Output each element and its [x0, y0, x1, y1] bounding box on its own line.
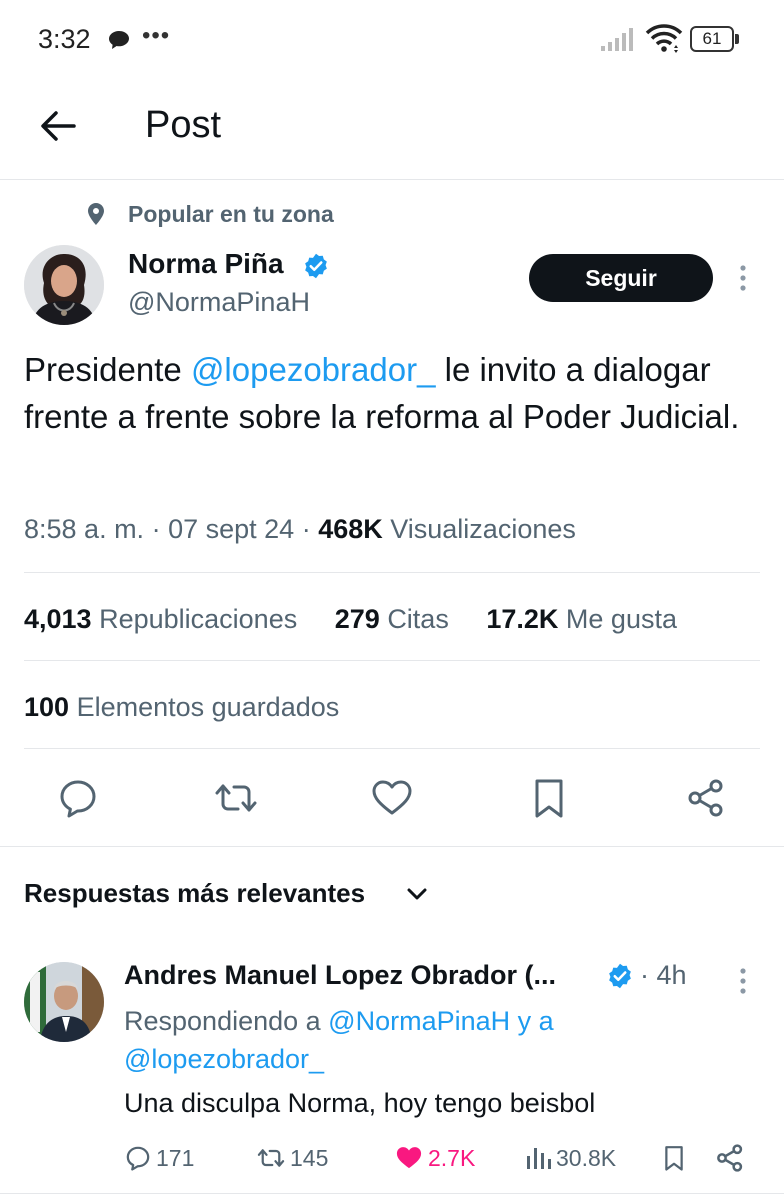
reposts-label: Republicaciones: [99, 604, 298, 634]
signal-icon: [601, 28, 633, 51]
bookmarks-label: Elementos guardados: [76, 692, 340, 722]
author-name[interactable]: Norma Piña: [128, 248, 284, 280]
reply-bookmark-button[interactable]: [660, 1140, 692, 1176]
reply-repost-button[interactable]: 145: [256, 1140, 328, 1176]
bookmarks-count: 100: [24, 692, 70, 722]
post-stats: 4,013 Republicaciones 279 Citas 17.2K Me…: [24, 604, 677, 635]
divider: [24, 748, 760, 749]
post-text-start: Presidente: [24, 351, 191, 388]
replies-sort-label[interactable]: Respuestas más relevantes: [24, 878, 365, 909]
post-context-label: Popular en tu zona: [128, 201, 334, 227]
views-count: 468K: [318, 514, 383, 544]
post-text: Presidente @lopezobrador_ le invito a di…: [24, 346, 764, 440]
share-icon: [717, 1144, 743, 1172]
replying-mention-2[interactable]: @lopezobrador_: [124, 1044, 324, 1074]
reply-reply-button[interactable]: 171: [124, 1140, 194, 1176]
replying-mention-1[interactable]: @NormaPinaH: [328, 1006, 510, 1036]
reply-replies-count: 171: [156, 1144, 195, 1171]
verified-badge-icon: [609, 963, 631, 989]
likes-count: 17.2K: [486, 604, 559, 634]
battery-level: 61: [690, 26, 734, 52]
views-label: Visualizaciones: [390, 514, 576, 544]
reply-reposts-count: 145: [290, 1144, 329, 1171]
post-date: 07 sept 24: [168, 514, 295, 544]
likes-stat[interactable]: 17.2K Me gusta: [486, 604, 677, 634]
reply-text: Una disculpa Norma, hoy tengo beisbol: [124, 1088, 596, 1118]
reply-views-button[interactable]: 30.8K: [524, 1140, 616, 1176]
reply-icon: [126, 1146, 150, 1171]
bookmark-icon[interactable]: [527, 776, 571, 820]
top-bar: [0, 80, 784, 180]
status-more-icon: •••: [142, 22, 171, 49]
location-pin-icon: [88, 203, 104, 225]
post-time: 8:58 a. m.: [24, 514, 145, 544]
divider: [24, 660, 760, 661]
views-chart-icon: [527, 1148, 551, 1169]
divider: [24, 572, 760, 573]
wifi-icon: [645, 24, 683, 53]
quotes-stat[interactable]: 279 Citas: [335, 604, 449, 634]
more-options-icon[interactable]: [735, 262, 751, 294]
liked-heart-icon: [396, 1147, 422, 1169]
replying-prefix: Respondiendo a: [124, 1006, 329, 1036]
follow-button[interactable]: Seguir: [529, 254, 713, 302]
divider: [0, 1193, 784, 1194]
like-icon[interactable]: [370, 776, 414, 820]
verified-badge-icon: [305, 253, 327, 279]
status-time: 3:32: [38, 24, 91, 54]
likes-label: Me gusta: [565, 604, 677, 634]
back-arrow-icon[interactable]: [38, 108, 78, 144]
reply-author-name[interactable]: Andres Manuel Lopez Obrador (...: [124, 960, 556, 991]
author-handle[interactable]: @NormaPinaH: [128, 287, 310, 318]
author-avatar[interactable]: [24, 245, 104, 325]
repost-icon[interactable]: [214, 776, 258, 820]
reply-views-count: 30.8K: [556, 1144, 617, 1171]
reposts-stat[interactable]: 4,013 Republicaciones: [24, 604, 297, 634]
battery-icon: 61: [690, 26, 740, 52]
reply-author-avatar[interactable]: [24, 962, 104, 1042]
chevron-down-icon[interactable]: [406, 884, 428, 904]
bookmarks-stat[interactable]: 100 Elementos guardados: [24, 692, 339, 723]
message-icon: [109, 31, 129, 49]
reply-time-value: 4h: [656, 960, 687, 990]
reposts-count: 4,013: [24, 604, 92, 634]
quotes-count: 279: [334, 604, 380, 634]
replying-and: y a: [510, 1006, 554, 1036]
reply-likes-count: 2.7K: [428, 1144, 476, 1171]
bookmark-icon: [665, 1146, 683, 1171]
quotes-label: Citas: [387, 604, 449, 634]
post-meta: 8:58 a. m. · 07 sept 24 · 468K Visualiza…: [24, 514, 576, 544]
share-icon[interactable]: [684, 776, 728, 820]
reply-icon[interactable]: [56, 776, 100, 820]
reply-share-button[interactable]: [714, 1140, 750, 1176]
repost-icon: [257, 1149, 285, 1167]
reply-time: · 4h: [640, 960, 687, 990]
divider: [0, 846, 784, 847]
reply-like-button[interactable]: 2.7K: [394, 1140, 475, 1176]
page-title: Post: [145, 104, 222, 146]
mention-link[interactable]: @lopezobrador_: [191, 351, 436, 388]
reply-more-options-icon[interactable]: [735, 965, 751, 997]
replying-to: Respondiendo a @NormaPinaH y a @lopezobr…: [124, 1002, 684, 1078]
